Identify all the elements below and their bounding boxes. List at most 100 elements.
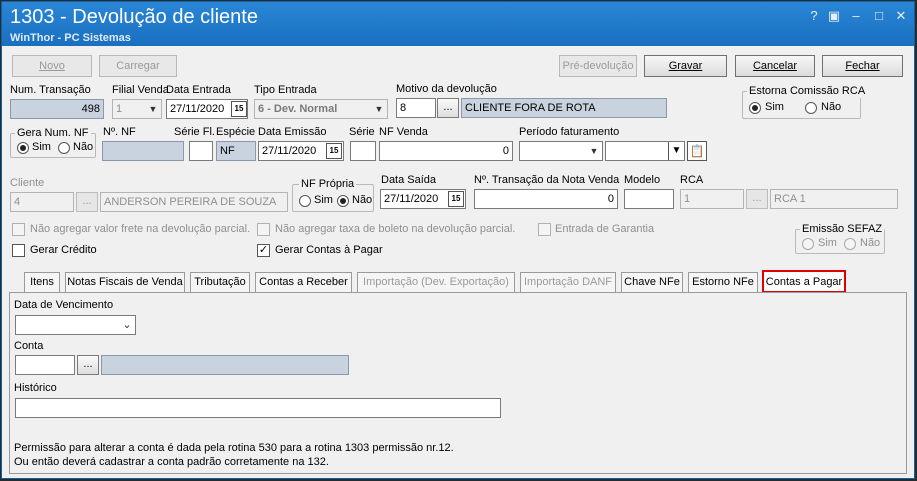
cliente-code-field[interactable]: 4 (10, 192, 74, 212)
nf-venda-field[interactable]: 0 (379, 141, 513, 161)
estorna-sim-radio[interactable] (749, 102, 761, 114)
estorna-comissao-group: Estorna Comissão RCA Sim Não (742, 85, 868, 119)
cliente-name-field: ANDERSON PEREIRA DE SOUZA (100, 192, 288, 212)
title-bar: 1303 - Devolução de cliente WinThor - PC… (2, 2, 914, 46)
num-transacao-label: Num. Transação (10, 84, 91, 96)
nao-agregar-frete-checkbox[interactable] (12, 223, 25, 236)
window-title: 1303 - Devolução de cliente (10, 6, 258, 28)
periodo-inicio-select[interactable]: ▼ (519, 141, 603, 161)
entrada-garantia-label: Entrada de Garantia (555, 223, 655, 235)
especie-field: NF (216, 141, 256, 161)
nao-agregar-taxa-label: Não agregar taxa de boleto na devolução … (275, 223, 516, 235)
periodo-label: Período faturamento (519, 126, 620, 138)
data-vencimento-select[interactable]: ⌄ (15, 315, 136, 335)
nf-nao-label: Não (352, 194, 373, 206)
num-transacao-nota-field[interactable]: 0 (474, 189, 618, 209)
nf-nao-radio[interactable] (337, 195, 349, 207)
cancelar-button-label: Cancelar (752, 60, 798, 72)
rca-name-field: RCA 1 (770, 189, 898, 209)
conta-search-button[interactable]: ... (77, 355, 99, 375)
fechar-button-label: Fechar (845, 60, 880, 72)
contas-pagar-panel: Data de Vencimento ⌄ Conta ... Histórico… (9, 292, 907, 474)
tab-itens[interactable]: Itens (24, 272, 60, 292)
gravar-button[interactable]: Gravar (644, 55, 727, 77)
filial-venda-select[interactable]: 1 ▼ (112, 99, 162, 119)
motivo-label: Motivo da devolução (396, 83, 497, 95)
num-nf-label: Nº. NF (103, 126, 136, 138)
sefaz-sim-radio[interactable] (802, 238, 814, 250)
nf-propria-title: NF Própria (299, 178, 357, 191)
motivo-code-field[interactable]: 8 (396, 98, 436, 118)
minimize-icon[interactable]: – (848, 8, 864, 24)
calendar-range-icon[interactable]: 📋 (687, 141, 707, 161)
data-emissao-label: Data Emissão (258, 126, 327, 138)
filial-venda-value: 1 (116, 103, 123, 115)
num-transacao-field[interactable]: 498 (10, 99, 104, 119)
num-nf-field[interactable] (102, 141, 184, 161)
sefaz-nao-radio[interactable] (844, 238, 856, 250)
calendar-icon[interactable]: 15 (231, 101, 247, 117)
gera-num-nf-title: Gera Num. NF (15, 127, 91, 140)
nf-propria-group: NF Própria Sim Não (292, 178, 374, 212)
modelo-field[interactable] (624, 189, 674, 209)
entrada-garantia-checkbox[interactable] (538, 223, 551, 236)
estorna-nao-radio[interactable] (805, 102, 817, 114)
motivo-search-button[interactable]: ... (437, 98, 459, 118)
close-icon[interactable]: ✕ (893, 8, 909, 24)
nao-agregar-taxa-checkbox[interactable] (257, 223, 270, 236)
serie-field[interactable] (350, 141, 376, 161)
historico-label: Histórico (14, 382, 57, 394)
gera-sim-label: Sim (32, 141, 51, 153)
restore-layout-icon[interactable]: ▣ (826, 8, 842, 24)
data-entrada-label: Data Entrada (166, 84, 231, 96)
maximize-icon[interactable]: □ (871, 8, 887, 24)
gerar-credito-checkbox[interactable] (12, 244, 25, 257)
chevron-down-icon: ▼ (668, 142, 684, 160)
sefaz-sim-label: Sim (818, 237, 837, 249)
novo-button-label: Novo (39, 60, 65, 72)
tab-contas-receber[interactable]: Contas a Receber (255, 272, 352, 292)
tab-importacao-exportacao[interactable]: Importação (Dev. Exportação) (357, 272, 515, 292)
tab-notas-fiscais-venda[interactable]: Notas Fiscais de Venda (65, 272, 185, 292)
modelo-label: Modelo (624, 174, 661, 186)
conta-code-field[interactable] (15, 355, 75, 375)
nf-sim-label: Sim (314, 194, 333, 206)
fechar-button[interactable]: Fechar (822, 55, 903, 77)
tab-contas-pagar[interactable]: Contas a Pagar (762, 270, 846, 293)
tab-importacao-danf[interactable]: Importação DANF (520, 272, 616, 292)
cancelar-button[interactable]: Cancelar (735, 55, 815, 77)
calendar-icon[interactable]: 15 (326, 143, 342, 159)
tab-estorno-nfe[interactable]: Estorno NFe (688, 272, 758, 292)
rca-code-field[interactable]: 1 (680, 189, 744, 209)
gera-sim-radio[interactable] (17, 142, 29, 154)
tab-tributacao[interactable]: Tributação (190, 272, 250, 292)
conta-label: Conta (14, 340, 44, 352)
calendar-icon[interactable]: 15 (448, 191, 464, 207)
chevron-down-icon: ▼ (589, 146, 599, 156)
num-transacao-nota-label: Nº. Transação da Nota Venda (474, 174, 620, 186)
tipo-entrada-label: Tipo Entrada (254, 84, 317, 96)
data-saida-label: Data Saída (381, 174, 437, 186)
historico-field[interactable] (15, 398, 501, 418)
gera-nao-radio[interactable] (58, 142, 70, 154)
gravar-button-label: Gravar (668, 60, 703, 72)
pre-devolucao-button[interactable]: Pré-devolução (559, 55, 637, 77)
serie-fl-field[interactable] (189, 141, 213, 161)
cliente-search-button[interactable]: ... (76, 192, 98, 212)
gerar-contas-checkbox[interactable]: ✓ (257, 244, 270, 257)
tipo-entrada-value: 6 - Dev. Normal (258, 103, 338, 115)
tab-chave-nfe[interactable]: Chave NFe (621, 272, 683, 292)
motivo-desc-field: CLIENTE FORA DE ROTA (461, 98, 667, 118)
carregar-button-label: Carregar (116, 60, 160, 72)
carregar-button[interactable]: Carregar (99, 55, 177, 77)
novo-button[interactable]: Novo (12, 55, 92, 77)
estorna-nao-label: Não (821, 101, 842, 113)
rca-search-button[interactable]: ... (746, 189, 768, 209)
chevron-down-icon: ▼ (148, 104, 158, 114)
tipo-entrada-select[interactable]: 6 - Dev. Normal ▼ (254, 99, 388, 119)
help-icon[interactable]: ? (806, 8, 822, 24)
periodo-fim-select[interactable]: ▼ (605, 141, 685, 161)
estorna-sim-label: Sim (765, 101, 784, 113)
nf-sim-radio[interactable] (299, 195, 311, 207)
data-entrada-value: 27/11/2020 (170, 103, 225, 115)
